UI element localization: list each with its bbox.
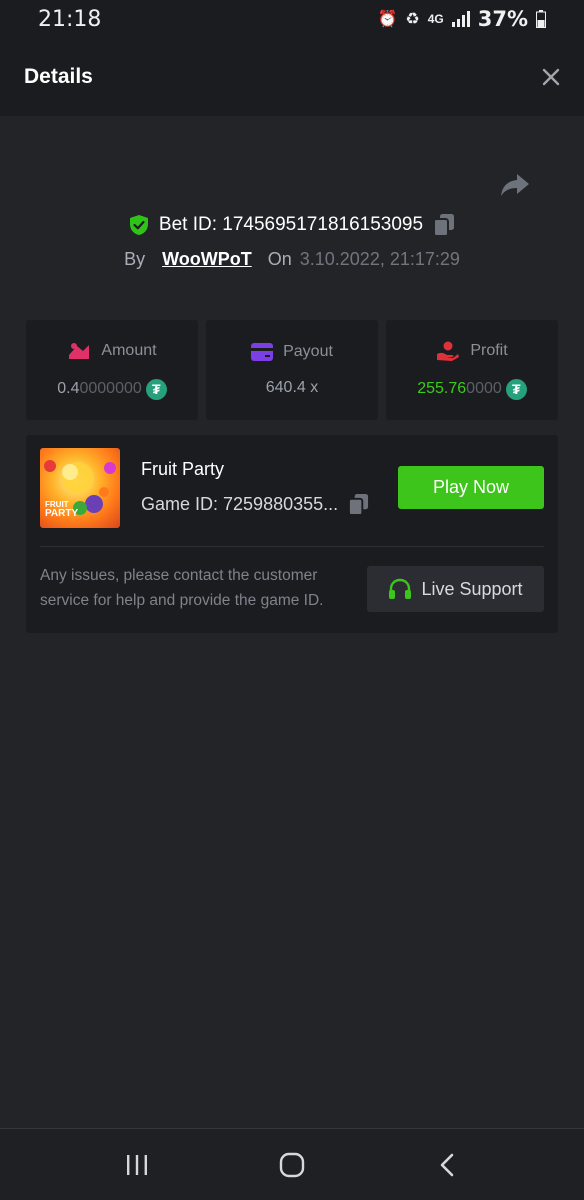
recycle-icon: ♻ [405, 11, 420, 28]
network-label: 4G [427, 12, 444, 26]
recent-apps-icon[interactable] [117, 1145, 157, 1185]
payout-icon [251, 343, 274, 361]
back-icon[interactable] [427, 1145, 467, 1185]
play-now-button[interactable]: Play Now [398, 466, 544, 509]
close-icon[interactable] [520, 57, 560, 97]
amount-value-dim: 0000000 [79, 380, 142, 397]
headset-icon [389, 578, 412, 599]
amount-label: Amount [101, 341, 157, 359]
stats-row: Amount 0.40000000 ₮ Payout 640.4 x Profi… [26, 320, 558, 420]
game-thumbnail[interactable]: FRUIT PARTY [40, 448, 120, 528]
payout-label: Payout [283, 343, 333, 360]
profit-value-main: 255.76 [417, 380, 467, 397]
thumb-text: FRUIT PARTY [45, 500, 79, 519]
on-label: On [267, 248, 292, 269]
bet-date: 3.10.2022, 21:17:29 [299, 248, 460, 269]
by-label: By [124, 248, 146, 269]
alarm-icon: ⏰ [377, 11, 398, 28]
bet-meta-row: By WooWPoT On 3.10.2022, 21:17:29 [0, 244, 584, 274]
header: Details [0, 38, 584, 116]
live-support-label: Live Support [421, 578, 523, 599]
amount-card: Amount 0.40000000 ₮ [26, 320, 198, 420]
profit-icon [437, 341, 460, 361]
username-link[interactable]: WooWPoT [162, 249, 252, 270]
game-id-row: Game ID: 7259880355... [141, 493, 369, 516]
profit-value-dim: 0000 [466, 380, 502, 397]
live-support-button[interactable]: Live Support [367, 566, 544, 612]
profit-label: Profit [470, 341, 508, 359]
divider [40, 546, 544, 547]
bet-id: Bet ID: 1745695171816153095 [158, 214, 424, 235]
battery-icon [536, 10, 546, 28]
game-name: Fruit Party [141, 459, 225, 479]
profit-card: Profit 255.760000 ₮ [386, 320, 558, 420]
payout-card: Payout 640.4 x [206, 320, 378, 420]
tether-icon: ₮ [505, 378, 527, 400]
home-icon[interactable] [272, 1145, 312, 1185]
profit-value: 255.760000 ₮ [417, 378, 527, 400]
battery-percent: 37% [477, 7, 528, 31]
copy-icon[interactable] [348, 493, 369, 516]
amount-icon [69, 342, 90, 359]
verified-shield-icon [129, 215, 148, 235]
amount-value-main: 0.4 [57, 380, 80, 397]
payout-value: 640.4 x [265, 379, 319, 396]
tether-icon: ₮ [145, 378, 167, 400]
support-message: Any issues, please contact the customer … [40, 567, 324, 609]
game-card: FRUIT PARTY Fruit Party Game ID: 7259880… [26, 435, 558, 633]
signal-icon [451, 11, 470, 27]
system-nav-bar [0, 1128, 584, 1200]
status-time: 21:18 [38, 6, 102, 32]
status-bar: 21:18 ⏰ ♻ 4G 37% [0, 0, 584, 38]
game-id: Game ID: 7259880355... [141, 494, 339, 514]
amount-value: 0.40000000 ₮ [57, 378, 167, 400]
profit-header: Profit [436, 341, 508, 361]
share-icon[interactable] [500, 172, 530, 198]
page-title: Details [24, 65, 93, 88]
status-icons: ⏰ ♻ 4G 37% [377, 7, 546, 31]
copy-icon[interactable] [433, 213, 455, 237]
payout-header: Payout [251, 343, 333, 361]
amount-header: Amount [67, 341, 157, 361]
thumb-text-2: PARTY [45, 508, 79, 519]
bet-id-row: Bet ID: 1745695171816153095 [0, 208, 584, 242]
